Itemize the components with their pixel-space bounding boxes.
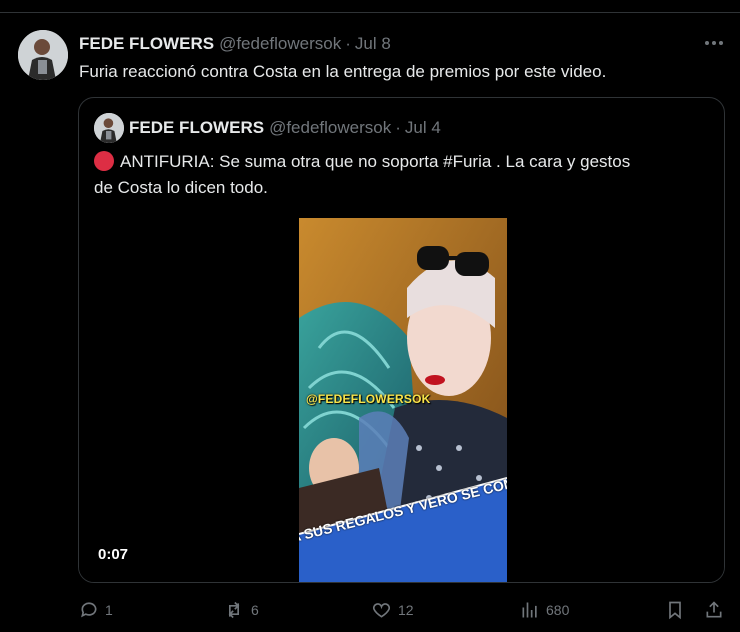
- reply-count: 1: [105, 602, 113, 618]
- quoted-author-name[interactable]: FEDE FLOWERS: [129, 118, 264, 138]
- more-dot: [712, 41, 716, 45]
- view-count: 680: [546, 602, 570, 618]
- share-icon: [706, 601, 722, 618]
- like-button[interactable]: 12: [371, 597, 414, 623]
- video-thumbnail[interactable]: @FEDEFLOWERSOK A SUS REGALOS Y VERO SE C…: [299, 218, 507, 582]
- quoted-text-line2: de Costa lo dicen todo.: [94, 178, 268, 197]
- quoted-author-handle[interactable]: @fedeflowersok: [269, 118, 391, 138]
- author-name[interactable]: FEDE FLOWERS: [79, 34, 214, 54]
- repost-button[interactable]: 6: [223, 597, 259, 623]
- repost-icon: [228, 601, 240, 619]
- separator-dot: ·: [395, 118, 401, 137]
- top-divider: [0, 0, 740, 13]
- like-count: 12: [398, 602, 414, 618]
- tweet-header: FEDE FLOWERS @fedeflowersok · Jul 8: [79, 33, 391, 55]
- reply-button[interactable]: 1: [79, 597, 113, 623]
- tweet[interactable]: FEDE FLOWERS @fedeflowersok · Jul 8 Furi…: [0, 14, 740, 632]
- separator-dot: ·: [345, 34, 351, 53]
- share-button[interactable]: [704, 597, 724, 623]
- bookmark-button[interactable]: [665, 597, 685, 623]
- video-timestamp: 0:07: [98, 546, 129, 563]
- quoted-text-line1: ANTIFURIA: Se suma otra que no soporta #…: [120, 152, 631, 171]
- quoted-tweet[interactable]: FEDE FLOWERS @fedeflowersok · Jul 4 ANTI…: [78, 97, 725, 583]
- repost-count: 6: [251, 602, 259, 618]
- tweet-actions: 1 6 12 680: [0, 597, 740, 623]
- reply-icon: [81, 602, 97, 618]
- tweet-text: Furia reaccionó contra Costa en la entre…: [79, 62, 607, 81]
- video-player[interactable]: @FEDEFLOWERSOK A SUS REGALOS Y VERO SE C…: [79, 218, 724, 582]
- more-dot: [719, 41, 723, 45]
- bookmark-icon: [669, 601, 681, 620]
- more-horizontal-icon: [705, 41, 709, 45]
- heart-icon: [372, 603, 391, 618]
- author-handle[interactable]: @fedeflowersok: [219, 34, 341, 54]
- video-watermark: @FEDEFLOWERSOK: [306, 392, 431, 406]
- views-button[interactable]: 680: [520, 597, 569, 623]
- quoted-tweet-text: ANTIFURIA: Se suma otra que no soporta #…: [94, 149, 714, 201]
- quoted-tweet-header: FEDE FLOWERS @fedeflowersok · Jul 4: [129, 117, 441, 139]
- author-avatar[interactable]: [18, 30, 68, 80]
- views-chart-icon: [522, 602, 537, 618]
- tweet-date[interactable]: Jul 8: [355, 34, 391, 54]
- more-options-button[interactable]: [700, 32, 728, 54]
- red-circle-emoji-icon: [94, 151, 114, 171]
- quoted-tweet-date[interactable]: Jul 4: [405, 118, 441, 138]
- quoted-author-avatar[interactable]: [94, 113, 124, 143]
